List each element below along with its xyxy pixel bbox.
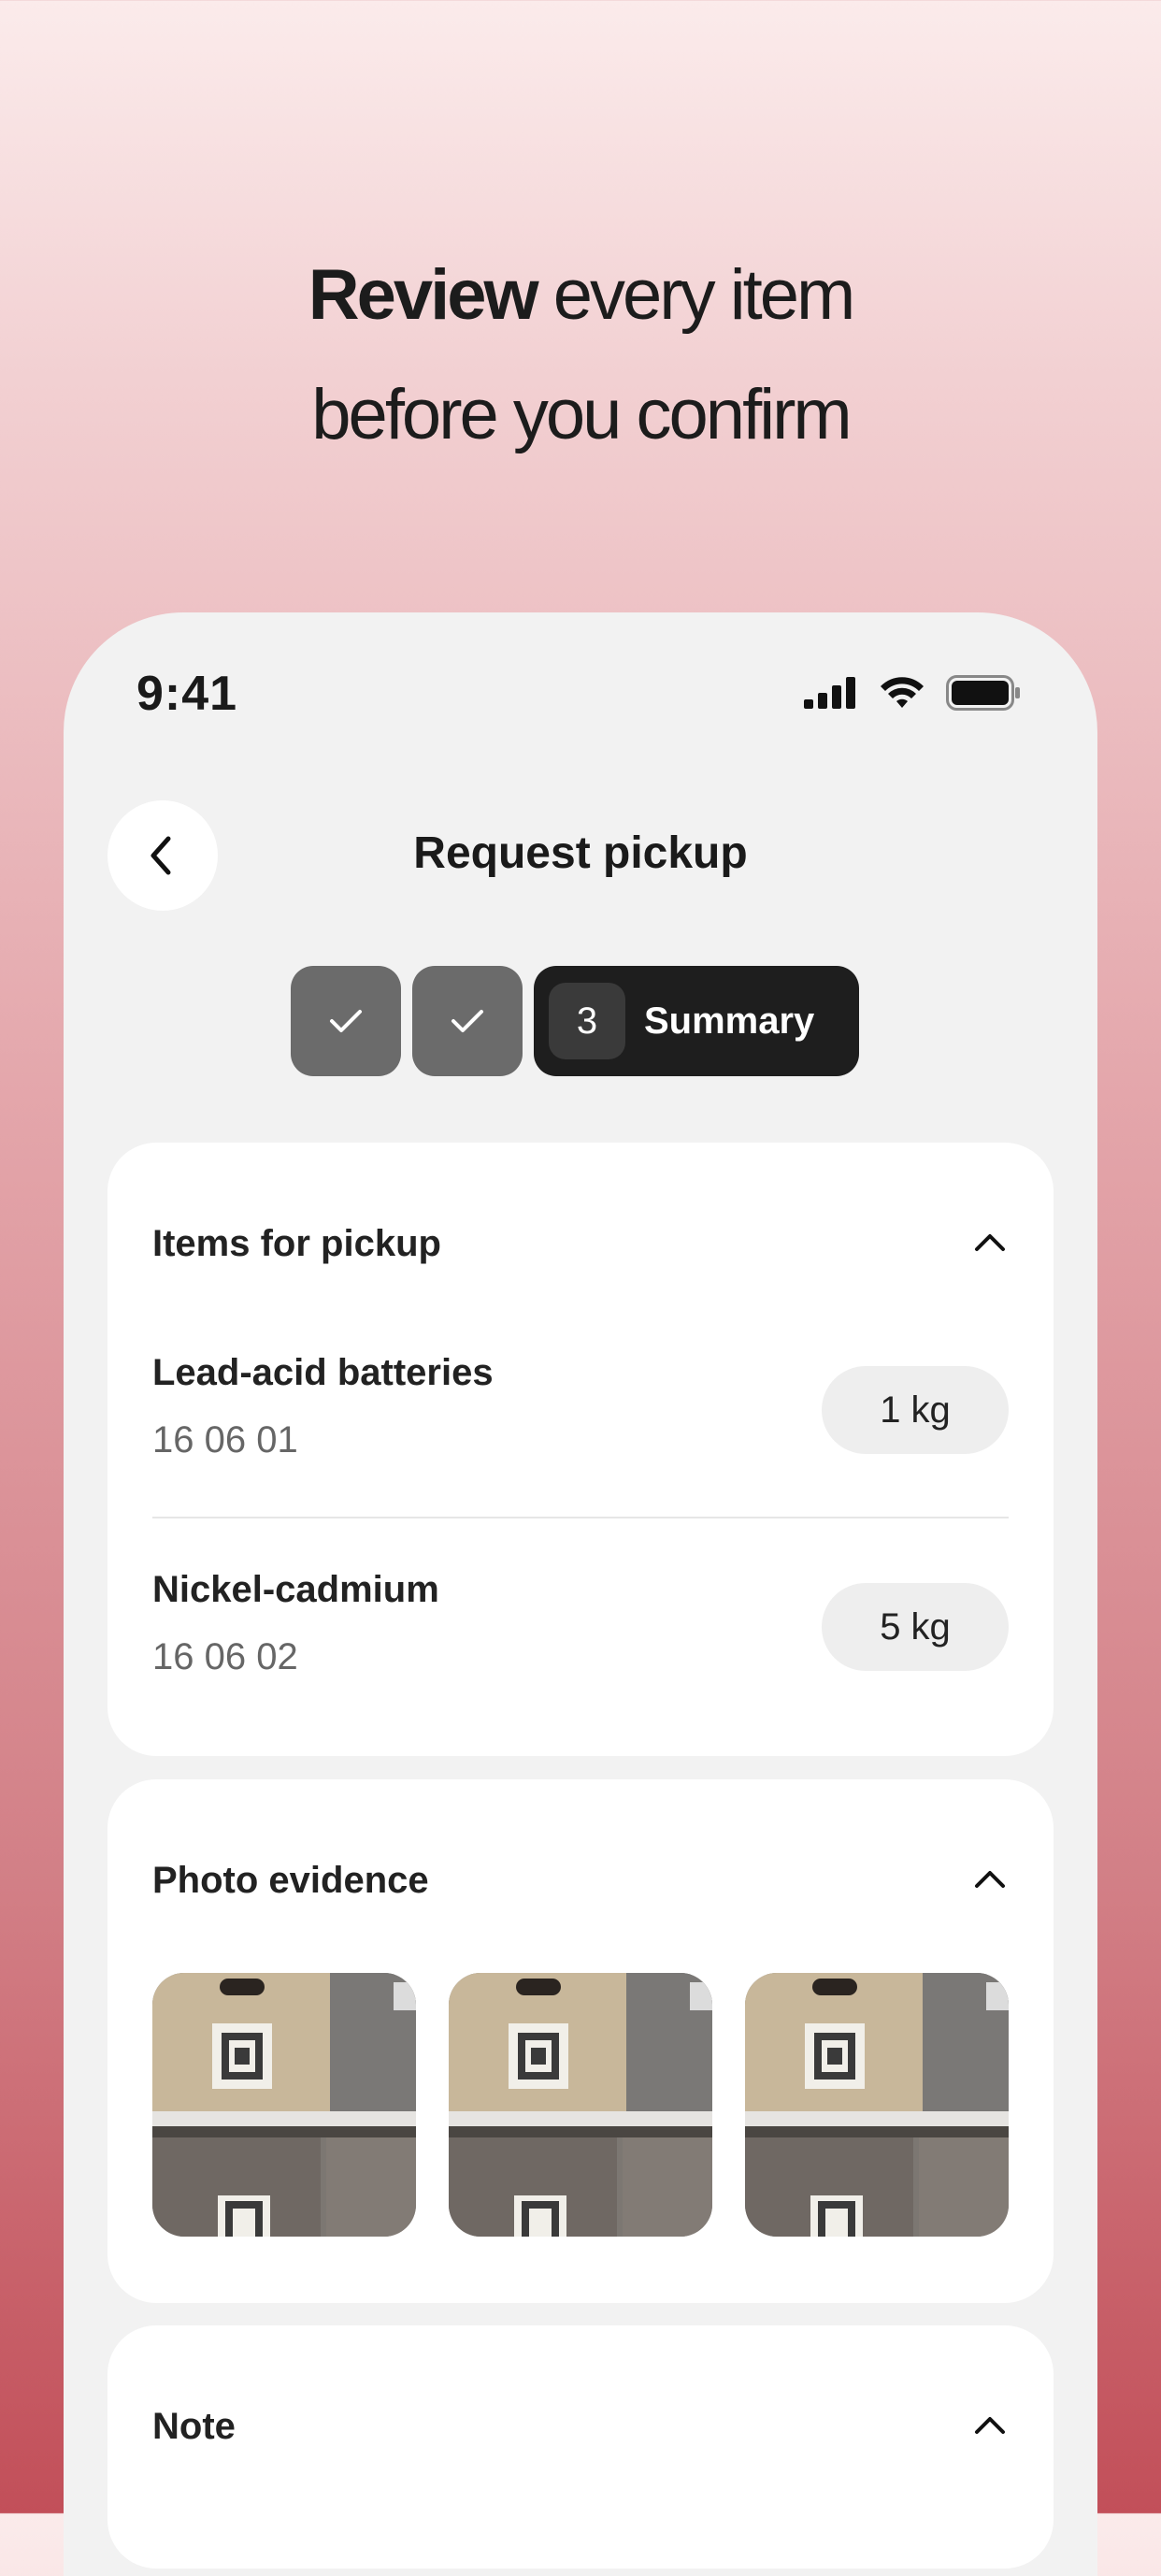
photo-thumbnail[interactable] — [745, 1973, 1009, 2237]
item-name: Nickel-cadmium — [152, 1569, 439, 1610]
headline-line-2: before you confirm — [311, 375, 852, 454]
status-icons — [804, 675, 1021, 711]
headline-bold: Review — [308, 255, 539, 335]
headline-rest: every item — [536, 255, 856, 335]
chevron-up-icon[interactable] — [971, 2410, 1009, 2438]
quantity-badge[interactable]: 5 kg — [822, 1583, 1009, 1671]
photo-thumbnail[interactable] — [152, 1973, 416, 2237]
step-3-summary[interactable]: 3 Summary — [534, 966, 860, 1076]
check-icon — [452, 1010, 483, 1032]
signal-icon — [804, 677, 855, 709]
battery-icon — [946, 675, 1020, 711]
status-time: 9:41 — [136, 667, 238, 721]
step-label: Summary — [644, 1000, 815, 1042]
step-indicator: 3 Summary — [291, 966, 860, 1076]
item-code: 16 06 02 — [152, 1636, 298, 1677]
step-1-completed[interactable] — [291, 966, 401, 1076]
divider — [152, 1517, 1009, 1518]
item-name: Lead-acid batteries — [152, 1352, 494, 1393]
item-code: 16 06 01 — [152, 1419, 298, 1461]
photo-section-title: Photo evidence — [152, 1860, 429, 1901]
items-card: Items for pickup Lead-acid batteries 16 … — [108, 1143, 1054, 1756]
note-card: Note — [108, 2325, 1054, 2569]
step-number: 3 — [549, 983, 625, 1059]
headline-line-1: Review every item — [0, 236, 1161, 355]
items-section-title: Items for pickup — [152, 1223, 441, 1264]
note-section-title: Note — [152, 2406, 236, 2447]
wifi-icon — [881, 677, 924, 708]
photo-thumbnail[interactable] — [449, 1973, 712, 2237]
quantity-badge[interactable]: 1 kg — [822, 1366, 1009, 1454]
chevron-up-icon[interactable] — [971, 1227, 1009, 1255]
check-icon — [330, 1010, 362, 1032]
page-title: Request pickup — [413, 828, 748, 878]
marketing-headline: Review every item before you confirm — [0, 236, 1161, 475]
step-2-completed[interactable] — [412, 966, 523, 1076]
chevron-up-icon[interactable] — [971, 1864, 1009, 1892]
